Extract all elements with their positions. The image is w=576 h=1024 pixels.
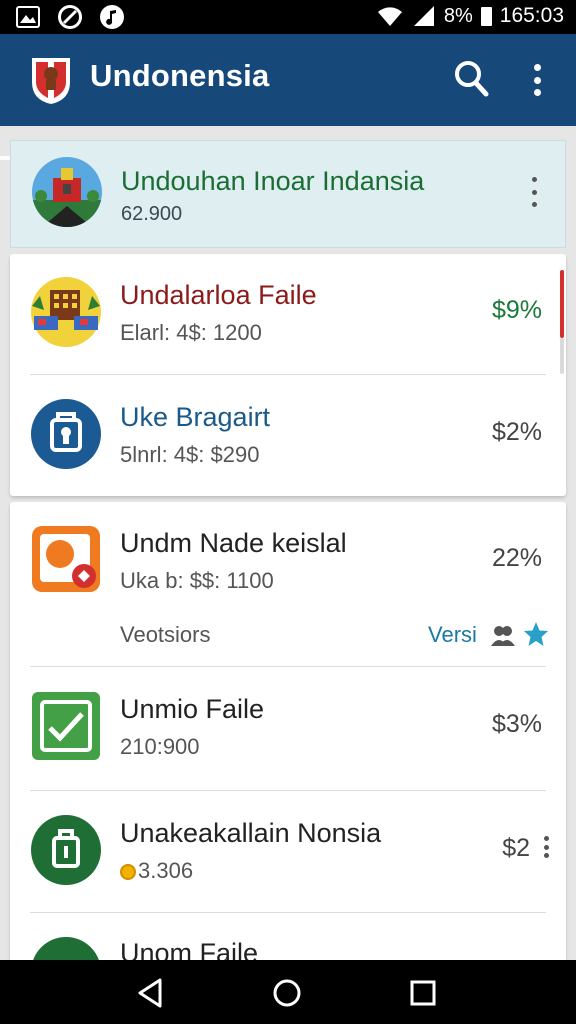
signal-icon — [413, 6, 434, 26]
item-subtitle: 210:900 — [120, 734, 200, 759]
national-monument-icon — [32, 157, 102, 227]
divider — [30, 666, 546, 667]
battery-icon — [480, 6, 492, 26]
versions-row: Veotsiors Versi — [10, 612, 566, 662]
star-icon[interactable] — [522, 620, 550, 648]
item-value: $2% — [491, 418, 542, 446]
item-more-icon[interactable] — [542, 836, 550, 858]
item-title: Unmio Faile — [120, 694, 265, 724]
item-value: $3% — [491, 710, 542, 738]
home-icon[interactable] — [270, 976, 304, 1010]
item-subtitle: Elarl: 4$: 1200 — [120, 320, 262, 345]
no-sync-icon — [58, 5, 82, 29]
image-icon — [16, 6, 40, 28]
item-subtitle-text: 3.306 — [138, 858, 194, 883]
featured-subtitle: 62.900 — [121, 203, 183, 225]
app-bar: Undonensia — [0, 34, 576, 160]
status-bar: 8% 165:03 — [0, 0, 576, 34]
bag-green-icon — [31, 815, 101, 885]
check-file-icon — [32, 692, 100, 760]
divider — [30, 912, 546, 913]
item-value: $9% — [491, 296, 542, 324]
item-title: Unakeakallain Nonsia — [120, 818, 382, 848]
card-group-1: Undalarloa Faile Elarl: 4$: 1200 $9% Uke… — [10, 254, 566, 496]
list-item[interactable]: Unmio Faile 210:900 $3% — [10, 668, 566, 788]
divider — [30, 790, 546, 791]
recents-icon[interactable] — [406, 976, 440, 1010]
bag-icon — [31, 399, 101, 469]
coin-icon — [120, 864, 136, 881]
versions-link[interactable]: Versi — [428, 622, 477, 648]
more-vert-icon[interactable] — [522, 60, 552, 100]
item-value: $2 — [502, 834, 530, 862]
back-icon[interactable] — [134, 976, 168, 1010]
app-title: Undonensia — [90, 58, 270, 93]
list-item[interactable]: Undalarloa Faile Elarl: 4$: 1200 $9% — [10, 254, 566, 374]
music-icon — [100, 5, 124, 29]
clock: 165:03 — [499, 4, 564, 27]
list-item[interactable]: Unakeakallain Nonsia 3.306 $2 — [10, 792, 566, 912]
versions-label: Veotsiors — [120, 622, 211, 647]
item-subtitle: 5lnrl: 4$: $290 — [120, 442, 260, 467]
list-item[interactable]: Uke Bragairt 5lnrl: 4$: $290 $2% — [10, 376, 566, 496]
featured-title: Undouhan Inoar Indansia — [121, 166, 425, 196]
photo-app-icon — [32, 526, 100, 592]
item-subtitle: 3.306 — [120, 858, 193, 884]
featured-more-icon[interactable] — [527, 177, 541, 207]
search-icon[interactable] — [452, 56, 492, 100]
app-logo-icon — [32, 58, 70, 104]
list-item[interactable]: Undm Nade keislal Uka b: $$: 1100 22% Ve… — [10, 502, 566, 666]
card-group-2: Undm Nade keislal Uka b: $$: 1100 22% Ve… — [10, 502, 566, 972]
city-market-icon — [31, 277, 101, 347]
featured-card[interactable]: Undouhan Inoar Indansia 62.900 — [10, 140, 566, 248]
people-icon[interactable] — [490, 622, 516, 648]
item-title: Uke Bragairt — [120, 402, 271, 432]
system-nav-bar — [0, 960, 576, 1024]
item-value: 22% — [491, 544, 542, 572]
scrollbar-thumb[interactable] — [560, 270, 564, 338]
battery-text: 8% — [443, 4, 473, 27]
item-title: Undalarloa Faile — [120, 280, 317, 310]
divider — [30, 374, 546, 375]
wifi-icon — [377, 7, 402, 26]
item-subtitle: Uka b: $$: 1100 — [120, 568, 274, 593]
item-title: Undm Nade keislal — [120, 528, 347, 558]
scrollbar-track[interactable] — [560, 338, 564, 374]
